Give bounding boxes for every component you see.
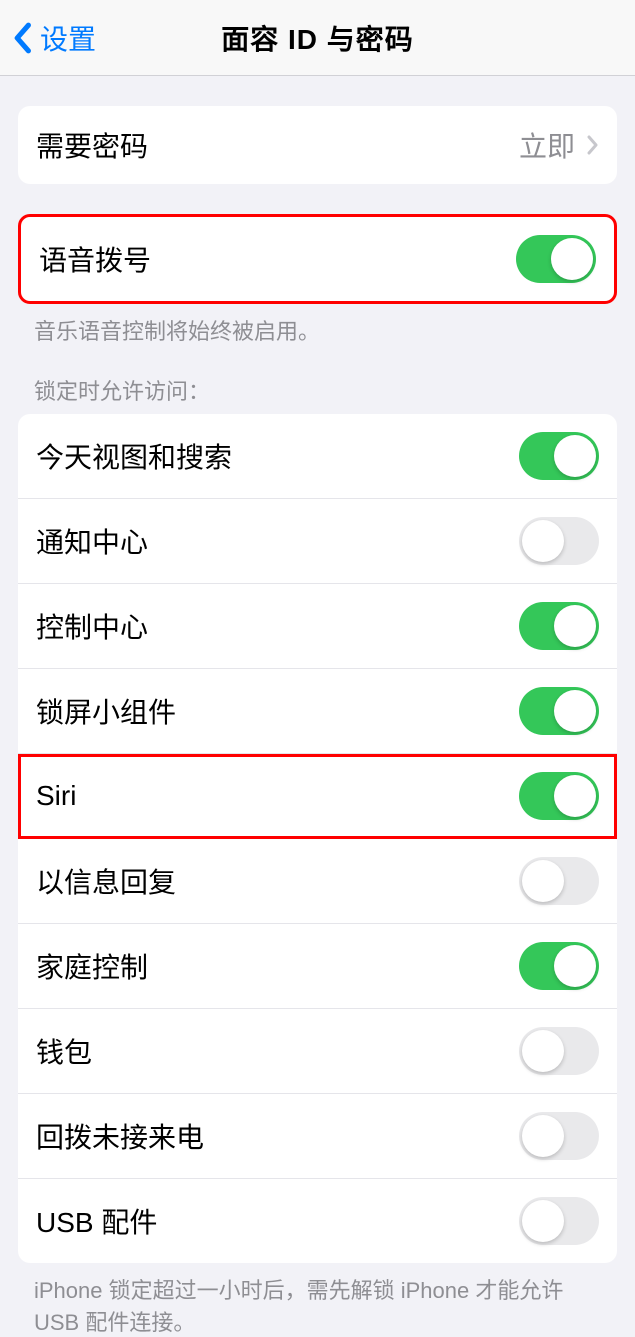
locked-access-row: Siri	[18, 754, 617, 839]
locked-access-footer: iPhone 锁定超过一小时后，需先解锁 iPhone 才能允许 USB 配件连…	[0, 1263, 635, 1337]
chevron-right-icon	[587, 135, 599, 155]
voice-dial-toggle[interactable]	[516, 235, 596, 283]
locked-access-item-label: 家庭控制	[36, 946, 148, 986]
locked-access-item-toggle[interactable]	[519, 1112, 599, 1160]
locked-access-item-label: USB 配件	[36, 1201, 157, 1241]
locked-access-item-toggle[interactable]	[519, 432, 599, 480]
locked-access-item-label: 回拨未接来电	[36, 1116, 204, 1156]
locked-access-row: 锁屏小组件	[18, 669, 617, 754]
voice-dial-footer: 音乐语音控制将始终被启用。	[0, 304, 635, 346]
locked-access-item-label: 钱包	[36, 1031, 92, 1071]
require-passcode-value: 立即	[519, 125, 599, 165]
require-passcode-row[interactable]: 需要密码 立即	[18, 106, 617, 184]
locked-access-item-toggle[interactable]	[519, 1197, 599, 1245]
locked-access-item-label: 今天视图和搜索	[36, 436, 232, 476]
locked-access-item-toggle[interactable]	[519, 602, 599, 650]
locked-access-item-toggle[interactable]	[519, 1027, 599, 1075]
back-label: 设置	[40, 18, 96, 58]
locked-access-item-label: 锁屏小组件	[36, 691, 176, 731]
voice-dial-row: 语音拨号	[21, 217, 614, 301]
locked-access-row: 回拨未接来电	[18, 1094, 617, 1179]
locked-access-row: 控制中心	[18, 584, 617, 669]
back-button[interactable]: 设置	[12, 18, 96, 58]
locked-access-header: 锁定时允许访问：	[0, 346, 635, 414]
voice-dial-section: 语音拨号	[18, 214, 617, 304]
page-title: 面容 ID 与密码	[221, 18, 414, 58]
locked-access-item-label: 控制中心	[36, 606, 148, 646]
locked-access-item-label: 以信息回复	[36, 861, 176, 901]
locked-access-row: 以信息回复	[18, 839, 617, 924]
require-passcode-section: 需要密码 立即	[18, 106, 617, 184]
locked-access-row: USB 配件	[18, 1179, 617, 1263]
locked-access-item-toggle[interactable]	[519, 942, 599, 990]
locked-access-item-toggle[interactable]	[519, 687, 599, 735]
locked-access-section: 今天视图和搜索通知中心控制中心锁屏小组件 Siri 以信息回复家庭控制钱包回拨未接来…	[18, 414, 617, 1263]
locked-access-item-label: Siri	[36, 780, 76, 812]
locked-access-row: 今天视图和搜索	[18, 414, 617, 499]
locked-access-row: 家庭控制	[18, 924, 617, 1009]
voice-dial-label: 语音拨号	[39, 239, 151, 279]
locked-access-item-toggle[interactable]	[519, 772, 599, 820]
locked-access-item-toggle[interactable]	[519, 517, 599, 565]
content-area: 需要密码 立即 语音拨号 音乐语音控制将始终被启用。 锁定时允许访问： 今天视图…	[0, 106, 635, 1337]
locked-access-item-label: 通知中心	[36, 521, 148, 561]
locked-access-item-toggle[interactable]	[519, 857, 599, 905]
locked-access-row: 钱包	[18, 1009, 617, 1094]
chevron-left-icon	[12, 22, 32, 54]
navigation-bar: 设置 面容 ID 与密码	[0, 0, 635, 76]
locked-access-row: 通知中心	[18, 499, 617, 584]
require-passcode-label: 需要密码	[36, 125, 148, 165]
